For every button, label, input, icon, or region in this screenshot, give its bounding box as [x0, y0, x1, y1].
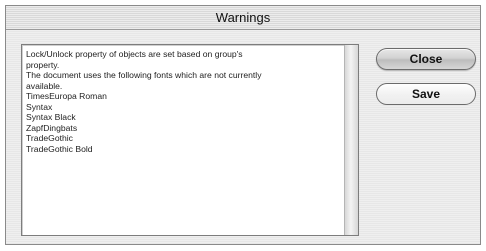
missing-font-item: Syntax [26, 101, 53, 112]
missing-font-item: TimesEuropa Roman [26, 91, 107, 101]
warning-line: property. [26, 59, 60, 70]
warnings-list-panel[interactable]: Lock/Unlock property of objects are set … [21, 44, 359, 236]
warning-line: available. [26, 80, 63, 91]
warnings-list: Lock/Unlock property of objects are set … [26, 49, 338, 231]
warning-line: Lock/Unlock property of objects are set … [26, 49, 243, 59]
missing-font-item: Syntax Black [26, 112, 76, 122]
vertical-scrollbar[interactable] [344, 45, 358, 235]
dialog-title: Warnings [215, 10, 271, 25]
save-button[interactable]: Save [376, 83, 476, 105]
warning-line: The document uses the following fonts wh… [26, 70, 262, 80]
title-bar[interactable]: Warnings [6, 6, 480, 30]
missing-font-item: ZapfDingbats [26, 122, 78, 133]
missing-font-item: TradeGothic Bold [26, 143, 93, 154]
close-button[interactable]: Close [376, 48, 476, 70]
missing-font-item: TradeGothic [26, 133, 73, 143]
warnings-dialog: Warnings Lock/Unlock property of objects… [5, 5, 481, 245]
